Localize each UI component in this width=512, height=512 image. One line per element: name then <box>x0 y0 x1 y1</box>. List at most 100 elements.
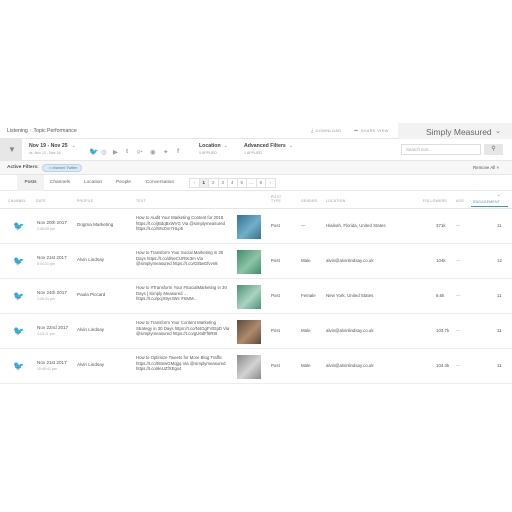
column-engagement[interactable]: ENGAGEMENT <box>473 200 500 204</box>
filter-chip-label: channel: Twitter <box>52 166 78 170</box>
post-followers: 103.7k <box>436 328 450 333</box>
chevron-down-icon: ⌄ <box>71 143 76 149</box>
post-engagement: 11 <box>497 363 502 368</box>
tab-location[interactable]: Location <box>79 175 107 191</box>
post-type: Post <box>271 363 280 368</box>
reddit-icon[interactable]: ◉ <box>150 148 156 156</box>
page-next-button[interactable]: › <box>265 178 276 188</box>
post-time: 5:04:31 pm <box>37 262 55 266</box>
tab-posts[interactable]: Posts <box>17 175 44 191</box>
tab-conversation[interactable]: Conversation <box>141 175 179 191</box>
post-text[interactable]: How to Transform Your Content Marketing … <box>136 320 233 337</box>
column-age[interactable]: AGE <box>456 199 464 203</box>
location-filter[interactable]: Location ⌄ 0 APPLIED <box>199 143 228 155</box>
pagination: ‹ 1 2 3 4 5 … 9 › <box>189 178 276 188</box>
table-row[interactable]: 🐦 Nov 21st 2017 5:04:31 pm Alvin Lindsay… <box>0 244 512 279</box>
post-age: — <box>456 328 461 333</box>
column-post-type[interactable]: POST TYPE <box>271 195 281 203</box>
post-gender: — <box>301 223 306 228</box>
location-filter-label: Location <box>199 143 221 149</box>
post-thumbnail[interactable] <box>237 285 261 309</box>
post-type: Post <box>271 258 280 263</box>
post-profile[interactable]: Alvin Lindsay <box>77 362 104 367</box>
post-date: Nov 24th 2017 <box>37 290 67 295</box>
post-age: — <box>456 223 461 228</box>
post-text[interactable]: How to Audit Your Marketing Content for … <box>136 215 233 232</box>
post-text[interactable]: How to #Transform Your #SocialMarketing … <box>136 285 233 302</box>
view-tabs: Posts Channels Location People Conversat… <box>0 175 512 191</box>
column-gender[interactable]: GENDER <box>301 199 317 203</box>
tumblr-icon[interactable]: t <box>126 148 128 155</box>
close-icon[interactable]: × <box>49 166 51 170</box>
share-view-button[interactable]: ➦ SHARE VIEW <box>354 128 389 134</box>
youtube-icon[interactable]: ▶ <box>113 148 118 156</box>
twitter-icon: 🐦 <box>13 326 25 336</box>
twitter-icon: 🐦 <box>13 256 25 266</box>
twitter-icon: 🐦 <box>13 361 25 371</box>
brand-switcher[interactable]: Simply Measured ⌄ <box>398 123 512 139</box>
tab-people[interactable]: People <box>111 175 136 191</box>
table-row[interactable]: 🐦 Nov 20th 2017 2:06:05 pm Dogma Marketi… <box>0 209 512 244</box>
search-icon: ⚲ <box>491 146 496 152</box>
chevron-down-icon: ⌄ <box>495 128 501 135</box>
post-age: — <box>456 293 461 298</box>
active-filters-label: Active Filters: <box>7 165 39 170</box>
post-time: 10:49:41 pm <box>37 367 57 371</box>
googleplus-icon[interactable]: g+ <box>137 149 143 155</box>
post-text[interactable]: How to Transform Your Social Marketing i… <box>136 250 233 267</box>
post-thumbnail[interactable] <box>237 355 261 379</box>
post-profile[interactable]: Alvin Lindsay <box>77 327 104 332</box>
date-compare-value: vs. Nov 12 - Nov 18 <box>29 151 61 155</box>
post-location: alvin@alvinlindsay.co.uk <box>326 328 374 333</box>
post-time: 4:03:11 pm <box>37 332 55 336</box>
post-profile[interactable]: Dogma Marketing <box>77 222 113 227</box>
top-bar: Listening › Topic Performance ⤓ DOWNLOAD ➦ S… <box>0 123 512 139</box>
post-time: 1:06:31 pm <box>37 297 55 301</box>
column-profile[interactable]: PROFILE <box>77 199 94 203</box>
post-thumbnail[interactable] <box>237 215 261 239</box>
advanced-filters[interactable]: Advanced Filters ⌄ 1 APPLIED <box>244 143 293 155</box>
filter-toggle-button[interactable]: ▼ <box>0 139 22 161</box>
table-row[interactable]: 🐦 Nov 24th 2017 1:06:31 pm Paula Piccard… <box>0 279 512 314</box>
post-location: alvin@alvinlindsay.co.uk <box>326 363 374 368</box>
share-icon: ➦ <box>354 128 359 134</box>
post-followers: 6.6k <box>436 293 445 298</box>
post-thumbnail[interactable] <box>237 250 261 274</box>
date-range-picker[interactable]: Nov 19 - Nov 25 ⌄ vs. Nov 12 - Nov 18 <box>29 143 76 155</box>
facebook-icon[interactable]: f <box>177 148 179 155</box>
twitter-icon: 🐦 <box>13 221 25 231</box>
filter-chip-channel[interactable]: × channel: Twitter <box>42 164 83 172</box>
table-row[interactable]: 🐦 Nov 22nd 2017 4:03:11 pm Alvin Lindsay… <box>0 314 512 349</box>
twitter-icon: 🐦 <box>13 291 25 301</box>
vk-icon[interactable]: ✦ <box>163 148 168 156</box>
instagram-icon[interactable]: ◎ <box>101 148 107 156</box>
post-location: New York, United States <box>326 293 374 298</box>
post-profile[interactable]: Alvin Lindsay <box>77 257 104 262</box>
remove-all-filters-button[interactable]: Remove All × <box>473 165 499 170</box>
download-button[interactable]: ⤓ DOWNLOAD <box>311 128 341 134</box>
breadcrumb: Listening › Topic Performance <box>7 128 77 134</box>
search-button[interactable]: ⚲ <box>484 144 503 155</box>
post-date: Nov 22nd 2017 <box>37 325 69 330</box>
close-icon: × <box>496 165 500 170</box>
post-profile[interactable]: Paula Piccard <box>77 292 105 297</box>
column-text[interactable]: TEXT <box>136 199 146 203</box>
post-text[interactable]: How to Optimize Tweets for More Blog Tra… <box>136 355 233 372</box>
post-engagement: 11 <box>497 293 502 298</box>
breadcrumb-listening[interactable]: Listening <box>7 128 28 134</box>
search-input[interactable] <box>401 144 481 155</box>
column-followers[interactable]: FOLLOWERS <box>423 199 447 203</box>
post-thumbnail[interactable] <box>237 320 261 344</box>
tab-channels[interactable]: Channels <box>45 175 75 191</box>
twitter-icon[interactable]: 🐦 <box>89 147 98 156</box>
advanced-filters-count: 1 APPLIED <box>244 151 262 155</box>
column-channel[interactable]: CHANNEL <box>8 199 26 203</box>
post-age: — <box>456 258 461 263</box>
post-engagement: 11 <box>497 223 502 228</box>
column-date[interactable]: DATE <box>36 199 46 203</box>
table-row[interactable]: 🐦 Nov 21st 2017 10:49:41 pm Alvin Lindsa… <box>0 349 512 384</box>
post-type: Post <box>271 293 280 298</box>
funnel-icon: ▼ <box>8 145 16 154</box>
column-location[interactable]: LOCATION <box>326 199 345 203</box>
post-time: 2:06:05 pm <box>37 227 55 231</box>
